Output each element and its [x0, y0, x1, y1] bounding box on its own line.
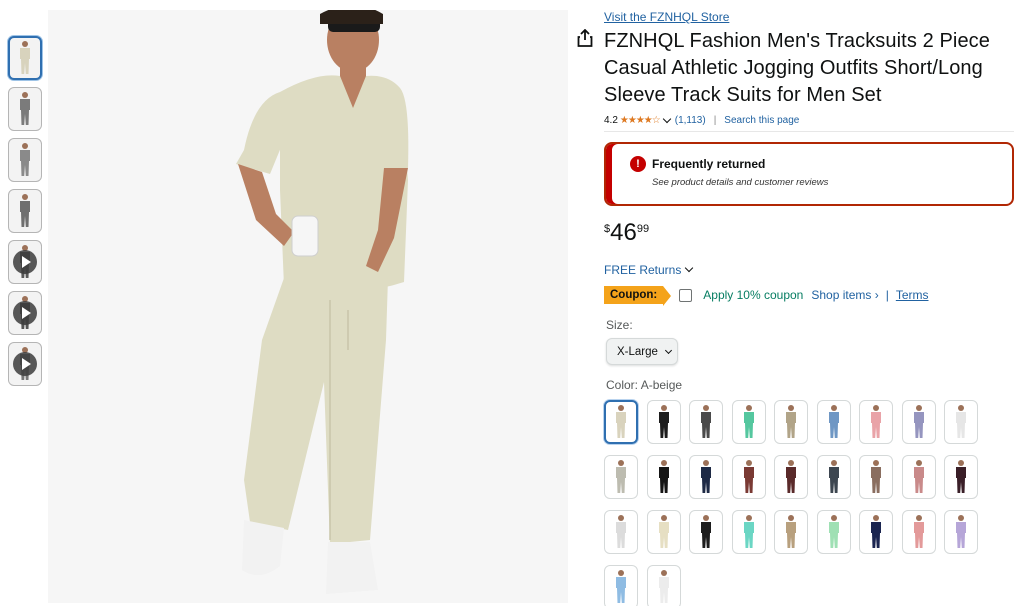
video-thumbnail[interactable] [8, 240, 42, 284]
chevron-down-icon[interactable] [685, 263, 694, 273]
size-dropdown[interactable]: X-Large [606, 338, 678, 365]
color-swatch[interactable] [816, 400, 851, 444]
color-swatch[interactable] [646, 510, 681, 554]
color-selected-value: A-beige [640, 378, 683, 392]
video-thumbnail[interactable] [8, 342, 42, 386]
color-swatch[interactable] [859, 510, 893, 554]
coupon-checkbox[interactable] [679, 288, 693, 302]
image-thumbnail[interactable] [8, 36, 42, 80]
color-label: Color: A-beige [606, 378, 1016, 392]
search-page-link[interactable]: Search this page [724, 115, 799, 126]
free-returns-label[interactable]: FREE Returns [604, 263, 681, 277]
color-swatches [604, 400, 1016, 606]
rating-row: 4.2 ★★★★☆ (1,113) | Search this page [604, 113, 1016, 127]
coupon-text[interactable]: Apply 10% coupon [703, 288, 803, 302]
color-swatch[interactable] [901, 510, 936, 554]
color-swatch[interactable] [689, 510, 723, 554]
coupon-badge: Coupon: [604, 286, 672, 306]
store-link[interactable]: Visit the FZNHQL Store [604, 10, 1016, 26]
image-thumbnail[interactable] [8, 189, 42, 233]
chevron-down-icon [664, 346, 672, 354]
image-thumbnail[interactable] [8, 87, 42, 131]
play-icon [13, 352, 37, 376]
color-swatch[interactable] [604, 455, 638, 499]
color-swatch[interactable] [731, 510, 766, 554]
play-icon [13, 301, 37, 325]
color-swatch[interactable] [944, 455, 978, 499]
coupon-row: Coupon: Apply 10% coupon Shop items › | … [604, 284, 1016, 306]
alert-heading: Frequently returned [652, 157, 766, 171]
color-swatch[interactable] [689, 455, 723, 499]
image-thumbnail[interactable] [8, 138, 42, 182]
color-swatch[interactable] [944, 400, 978, 444]
color-swatch[interactable] [816, 455, 851, 499]
color-swatch[interactable] [859, 400, 893, 444]
coupon-separator: | [885, 288, 889, 302]
color-swatch[interactable] [646, 455, 681, 499]
color-swatch[interactable] [646, 400, 681, 444]
model-illustration [236, 10, 409, 594]
chevron-down-icon[interactable] [662, 114, 671, 123]
product-details: Visit the FZNHQL Store FZNHQL Fashion Me… [604, 10, 1016, 606]
product-title: FZNHQL Fashion Men's Tracksuits 2 Piece … [604, 30, 990, 106]
color-swatch[interactable] [901, 400, 936, 444]
share-icon [577, 29, 593, 47]
alert-icon: ! [630, 156, 646, 172]
divider [604, 131, 1014, 132]
color-swatch[interactable] [774, 400, 808, 444]
frequently-returned-alert: ! Frequently returned See product detail… [604, 142, 1014, 206]
play-icon [13, 250, 37, 274]
color-swatch[interactable] [944, 510, 978, 554]
price-fraction: 99 [636, 223, 650, 235]
color-swatch[interactable] [604, 565, 638, 606]
rating-value: 4.2 [604, 114, 618, 126]
price: $ 46 99 [604, 220, 1016, 250]
color-swatch[interactable] [646, 565, 681, 606]
size-selected-value: X-Large [617, 345, 658, 358]
share-button[interactable] [577, 29, 605, 57]
color-swatch[interactable] [604, 510, 638, 554]
color-swatch[interactable] [816, 510, 851, 554]
color-label-text: Color: [606, 378, 639, 392]
rating-count-link[interactable]: (1,113) [675, 115, 706, 126]
price-whole: 46 [610, 219, 637, 246]
rating-separator: | [713, 114, 717, 126]
color-swatch[interactable] [774, 455, 808, 499]
color-swatch[interactable] [731, 455, 766, 499]
shop-items-link[interactable]: Shop items › [811, 288, 878, 302]
alert-subtext: See product details and customer reviews [652, 177, 829, 188]
color-swatch[interactable] [859, 455, 893, 499]
color-swatch[interactable] [689, 400, 723, 444]
terms-link[interactable]: Terms [896, 288, 929, 302]
color-swatch[interactable] [731, 400, 766, 444]
size-label: Size: [606, 318, 633, 332]
color-swatch[interactable] [901, 455, 936, 499]
video-thumbnail[interactable] [8, 291, 42, 335]
color-swatch[interactable] [774, 510, 808, 554]
thumbnail-strip [8, 36, 44, 393]
main-product-image[interactable] [48, 10, 605, 603]
free-returns-link[interactable]: FREE Returns [604, 262, 1016, 278]
color-swatch[interactable] [604, 400, 638, 444]
star-rating-icon[interactable]: ★★★★☆ [620, 115, 661, 126]
